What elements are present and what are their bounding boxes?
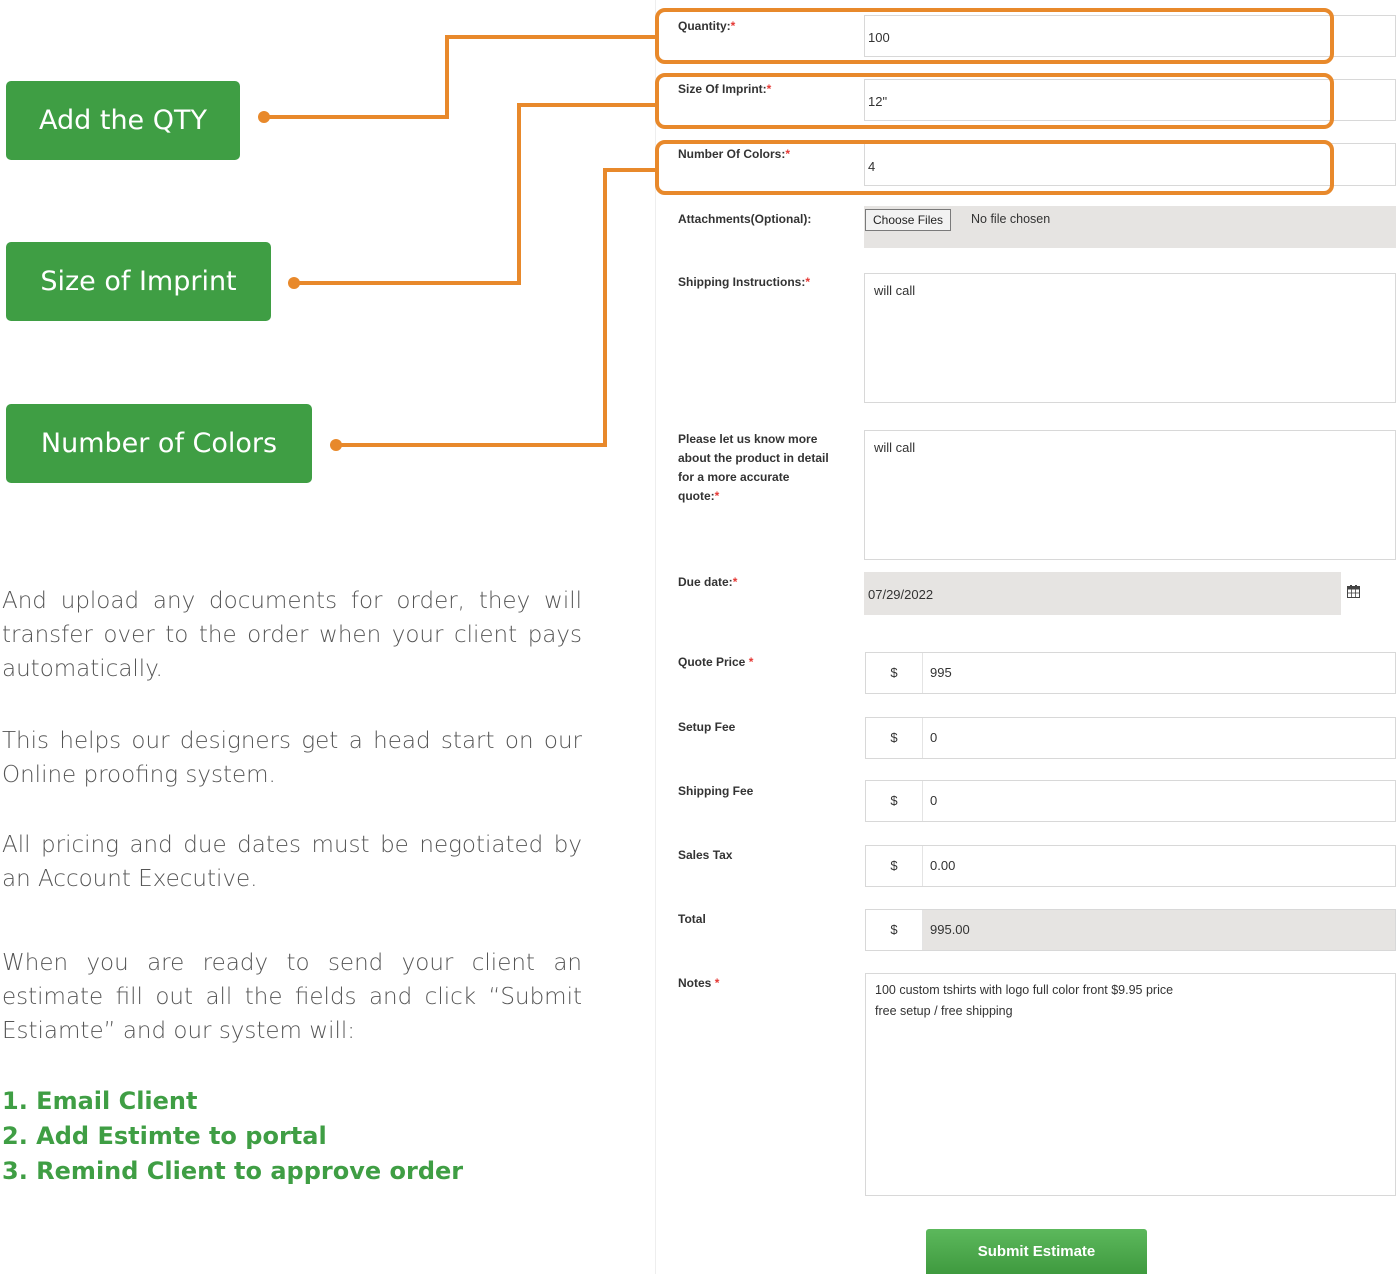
due-date-label: Due date:* [678,575,738,589]
instruction-pricing: All pricing and due dates must be negoti… [2,832,582,892]
attachments-label: Attachments(Optional): [678,212,812,226]
sales-tax-label: Sales Tax [678,848,733,862]
quantity-highlight [655,8,1334,64]
callout-size-of-imprint: Size of Imprint [6,242,271,321]
connector-line-imprint [517,103,521,285]
due-date-input[interactable]: 07/29/2022 [864,572,1341,615]
currency-symbol: $ [866,718,923,758]
shipping-instructions-label: Shipping Instructions:* [678,275,810,289]
shipping-instructions-textarea[interactable]: will call [864,273,1396,403]
callout-number-of-colors: Number of Colors [6,404,312,483]
currency-symbol: $ [866,653,923,693]
connector-line-imprint [294,281,519,285]
attachments-field: Choose Files No file chosen [864,206,1396,248]
connector-line-qty [445,35,449,119]
connector-line-qty [445,35,657,39]
notes-label: Notes * [678,976,720,990]
calendar-icon[interactable] [1347,585,1360,598]
product-details-textarea[interactable]: will call [864,430,1396,560]
notes-line: free setup / free shipping [875,1004,1013,1018]
connector-line-colors [603,168,657,172]
sales-tax-input[interactable]: $0.00 [865,845,1396,887]
connector-line-qty [264,115,447,119]
shipping-fee-label: Shipping Fee [678,784,754,798]
currency-symbol: $ [866,910,923,950]
submit-estimate-button[interactable]: Submit Estimate [926,1229,1147,1274]
total-label: Total [678,912,706,926]
notes-line: 100 custom tshirts with logo full color … [875,983,1174,997]
product-details-label: Please let us know more about the produc… [678,432,829,503]
setup-fee-input[interactable]: $0 [865,717,1396,759]
connector-line-imprint [517,103,657,107]
shipping-fee-input[interactable]: $0 [865,780,1396,822]
quote-price-input[interactable]: $995 [865,652,1396,694]
connector-line-colors [336,443,606,447]
callout-add-qty: Add the QTY [6,81,240,160]
quote-price-label: Quote Price * [678,655,754,669]
notes-textarea[interactable]: 100 custom tshirts with logo full color … [865,973,1396,1196]
num-colors-highlight [655,140,1334,195]
setup-fee-label: Setup Fee [678,720,736,734]
imprint-size-highlight [655,73,1334,129]
connector-line-colors [603,168,607,447]
currency-symbol: $ [866,781,923,821]
file-status: No file chosen [971,212,1051,226]
step-add-to-portal: 2. Add Estimte to portal [2,1122,327,1150]
step-email-client: 1. Email Client [2,1087,198,1115]
form-divider [655,0,656,1274]
choose-files-button[interactable]: Choose Files [865,209,952,231]
instruction-submit: When you are ready to send your client a… [2,950,582,1044]
instruction-designers: This helps our designers get a head star… [2,728,582,788]
total-input: $995.00 [865,909,1396,951]
step-remind-client: 3. Remind Client to approve order [2,1157,464,1185]
instruction-upload: And upload any documents for order, they… [2,588,582,682]
currency-symbol: $ [866,846,923,886]
